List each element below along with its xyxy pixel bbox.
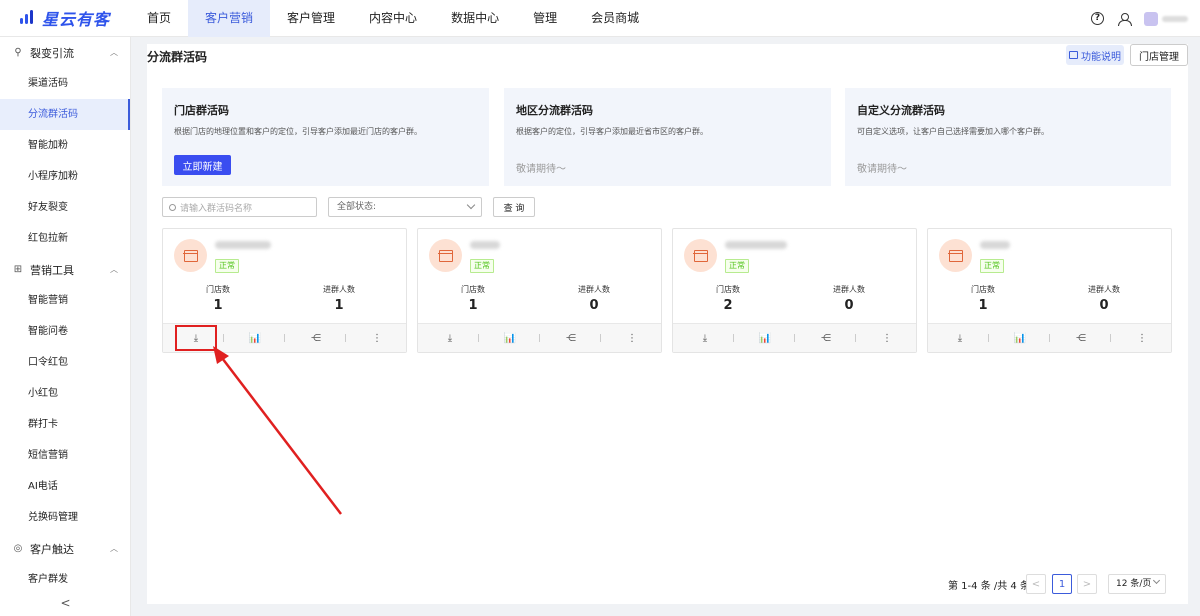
logo-icon xyxy=(20,10,38,26)
share-icon[interactable]: ⋲ xyxy=(561,328,581,348)
joined-count-label: 进群人数 xyxy=(578,285,610,294)
store-count-value: 1 xyxy=(468,298,478,313)
sidebar-item-redpacket-new[interactable]: 红包拉新 xyxy=(0,223,130,254)
sidebar-item-miniapp-fans[interactable]: 小程序加粉 xyxy=(0,161,130,192)
nav-item-home[interactable]: 首页 xyxy=(130,0,188,37)
page-size-value: 12 条/页 xyxy=(1116,579,1152,589)
nav-item-management[interactable]: 管理 xyxy=(516,0,574,37)
sidebar-item-redeem-code[interactable]: 兑换码管理 xyxy=(0,502,130,533)
type-card-desc: 根据门店的地理位置和客户的定位，引导客户添加最近门店的客户群。 xyxy=(174,127,422,136)
logo[interactable]: 星云有客 xyxy=(0,6,130,30)
more-icon[interactable]: ⋮ xyxy=(622,328,642,348)
sidebar-item-smart-marketing[interactable]: 智能营销 xyxy=(0,285,130,316)
store-count-label: 门店数 xyxy=(461,285,485,294)
chevron-down-icon xyxy=(466,200,476,210)
joined-count-value: 1 xyxy=(334,298,344,313)
pagination-total: 第 1-4 条 /共 4 条 xyxy=(948,581,1030,592)
nav-item-data-center[interactable]: 数据中心 xyxy=(434,0,516,37)
type-card-store: 门店群活码 根据门店的地理位置和客户的定位，引导客户添加最近门店的客户群。 立即… xyxy=(162,88,489,186)
sidebar-item-group-checkin[interactable]: 群打卡 xyxy=(0,409,130,440)
sidebar-item-small-redpacket[interactable]: 小红包 xyxy=(0,378,130,409)
sidebar-group-label: 裂变引流 xyxy=(30,46,74,60)
sidebar-item-smart-survey[interactable]: 智能问卷 xyxy=(0,316,130,347)
sidebar-group-fission[interactable]: ⚲ 裂变引流 ︿ xyxy=(0,37,130,68)
store-icon xyxy=(429,239,462,272)
chevron-down-icon xyxy=(1152,576,1161,585)
avatar-image xyxy=(1144,11,1158,26)
nav-item-customer-management[interactable]: 客户管理 xyxy=(270,0,352,37)
user-icon[interactable] xyxy=(1118,12,1132,26)
page-title: 分流群活码 xyxy=(147,50,208,64)
avatar[interactable] xyxy=(1144,11,1188,26)
nav-item-content-center[interactable]: 内容中心 xyxy=(352,0,434,37)
store-icon xyxy=(174,239,207,272)
chevron-up-icon: ︿ xyxy=(110,48,118,57)
sidebar-group-label: 营销工具 xyxy=(30,263,74,277)
chevron-up-icon: ︿ xyxy=(110,265,118,274)
main-panel: 分流群活码 功能说明 门店管理 门店群活码 根据门店的地理位置和客户的定位，引导… xyxy=(147,44,1188,604)
main-nav: 首页 客户营销 客户管理 内容中心 数据中心 管理 会员商城 xyxy=(130,0,656,37)
sidebar-item-ai-call[interactable]: AI电话 xyxy=(0,471,130,502)
help-icon[interactable]: ? xyxy=(1091,12,1104,25)
top-right-tools: ? xyxy=(1091,0,1188,37)
joined-count-label: 进群人数 xyxy=(323,285,355,294)
sidebar-item-friend-fission[interactable]: 好友裂变 xyxy=(0,192,130,223)
sidebar-item-sms-marketing[interactable]: 短信营销 xyxy=(0,440,130,471)
create-now-button[interactable]: 立即新建 xyxy=(174,155,231,175)
page-size-select[interactable]: 12 条/页 xyxy=(1108,574,1166,594)
joined-count-value: 0 xyxy=(589,298,599,313)
prev-page-button[interactable]: < xyxy=(1026,574,1046,594)
next-page-button[interactable]: > xyxy=(1077,574,1097,594)
nav-item-member-mall[interactable]: 会员商城 xyxy=(574,0,656,37)
target-icon: ◎ xyxy=(13,543,23,554)
sidebar-item-smart-fans[interactable]: 智能加粉 xyxy=(0,130,130,161)
avatar-name-blurred xyxy=(1162,15,1188,22)
sidebar-item-group-code[interactable]: 分流群活码 xyxy=(0,99,130,130)
logo-text: 星云有客 xyxy=(42,10,111,29)
chevron-up-icon: ︿ xyxy=(110,544,118,553)
card-name-blurred xyxy=(470,241,500,249)
sidebar-item-channel-code[interactable]: 渠道活码 xyxy=(0,68,130,99)
status-badge: 正常 xyxy=(470,259,494,273)
coming-soon-text: 敬请期待～ xyxy=(516,164,566,175)
card-name-blurred xyxy=(215,241,271,249)
card-toolbar: ⤓ 📊 ⋲ ⋮ xyxy=(418,323,661,352)
status-badge: 正常 xyxy=(215,259,239,273)
sidebar-collapse-button[interactable]: < xyxy=(0,596,131,610)
gift-icon: ⊞ xyxy=(13,264,23,275)
page-1-button[interactable]: 1 xyxy=(1052,574,1072,594)
store-count-value: 1 xyxy=(213,298,223,313)
sidebar-group-marketing-tools[interactable]: ⊞ 营销工具 ︿ xyxy=(0,254,130,285)
status-select-value: 全部状态: xyxy=(337,202,377,212)
query-button[interactable]: 查 询 xyxy=(493,197,535,217)
search-input[interactable]: 请输入群活码名称 xyxy=(162,197,317,217)
sidebar-group-customer-reach[interactable]: ◎ 客户触达 ︿ xyxy=(0,533,130,564)
nav-item-customer-marketing[interactable]: 客户营销 xyxy=(188,0,271,37)
sidebar: ⚲ 裂变引流 ︿ 渠道活码 分流群活码 智能加粉 小程序加粉 好友裂变 红包拉新… xyxy=(0,37,131,616)
group-code-card[interactable]: 正常 门店数 进群人数 1 1 ⤓ 📊 ⋲ ⋮ xyxy=(162,228,407,353)
pagination: 第 1-4 条 /共 4 条 < 1 > 12 条/页 xyxy=(668,44,1188,604)
download-icon[interactable]: ⤓ xyxy=(440,328,460,348)
type-card-title: 门店群活码 xyxy=(174,104,229,117)
search-icon xyxy=(169,203,176,211)
group-code-card[interactable]: 正常 门店数 进群人数 1 0 ⤓ 📊 ⋲ ⋮ xyxy=(417,228,662,353)
top-bar: 星云有客 首页 客户营销 客户管理 内容中心 数据中心 管理 会员商城 ? xyxy=(0,0,1200,37)
sidebar-item-customer-broadcast[interactable]: 客户群发 xyxy=(0,564,130,595)
annotation-arrow xyxy=(213,346,342,515)
sidebar-item-password-redpacket[interactable]: 口令红包 xyxy=(0,347,130,378)
status-select[interactable]: 全部状态: xyxy=(328,197,482,217)
chart-icon[interactable]: 📊 xyxy=(500,328,520,348)
search-placeholder: 请输入群活码名称 xyxy=(180,203,253,214)
sidebar-group-label: 客户触达 xyxy=(30,542,74,556)
share-icon: ⚲ xyxy=(14,47,22,58)
store-count-label: 门店数 xyxy=(206,285,230,294)
